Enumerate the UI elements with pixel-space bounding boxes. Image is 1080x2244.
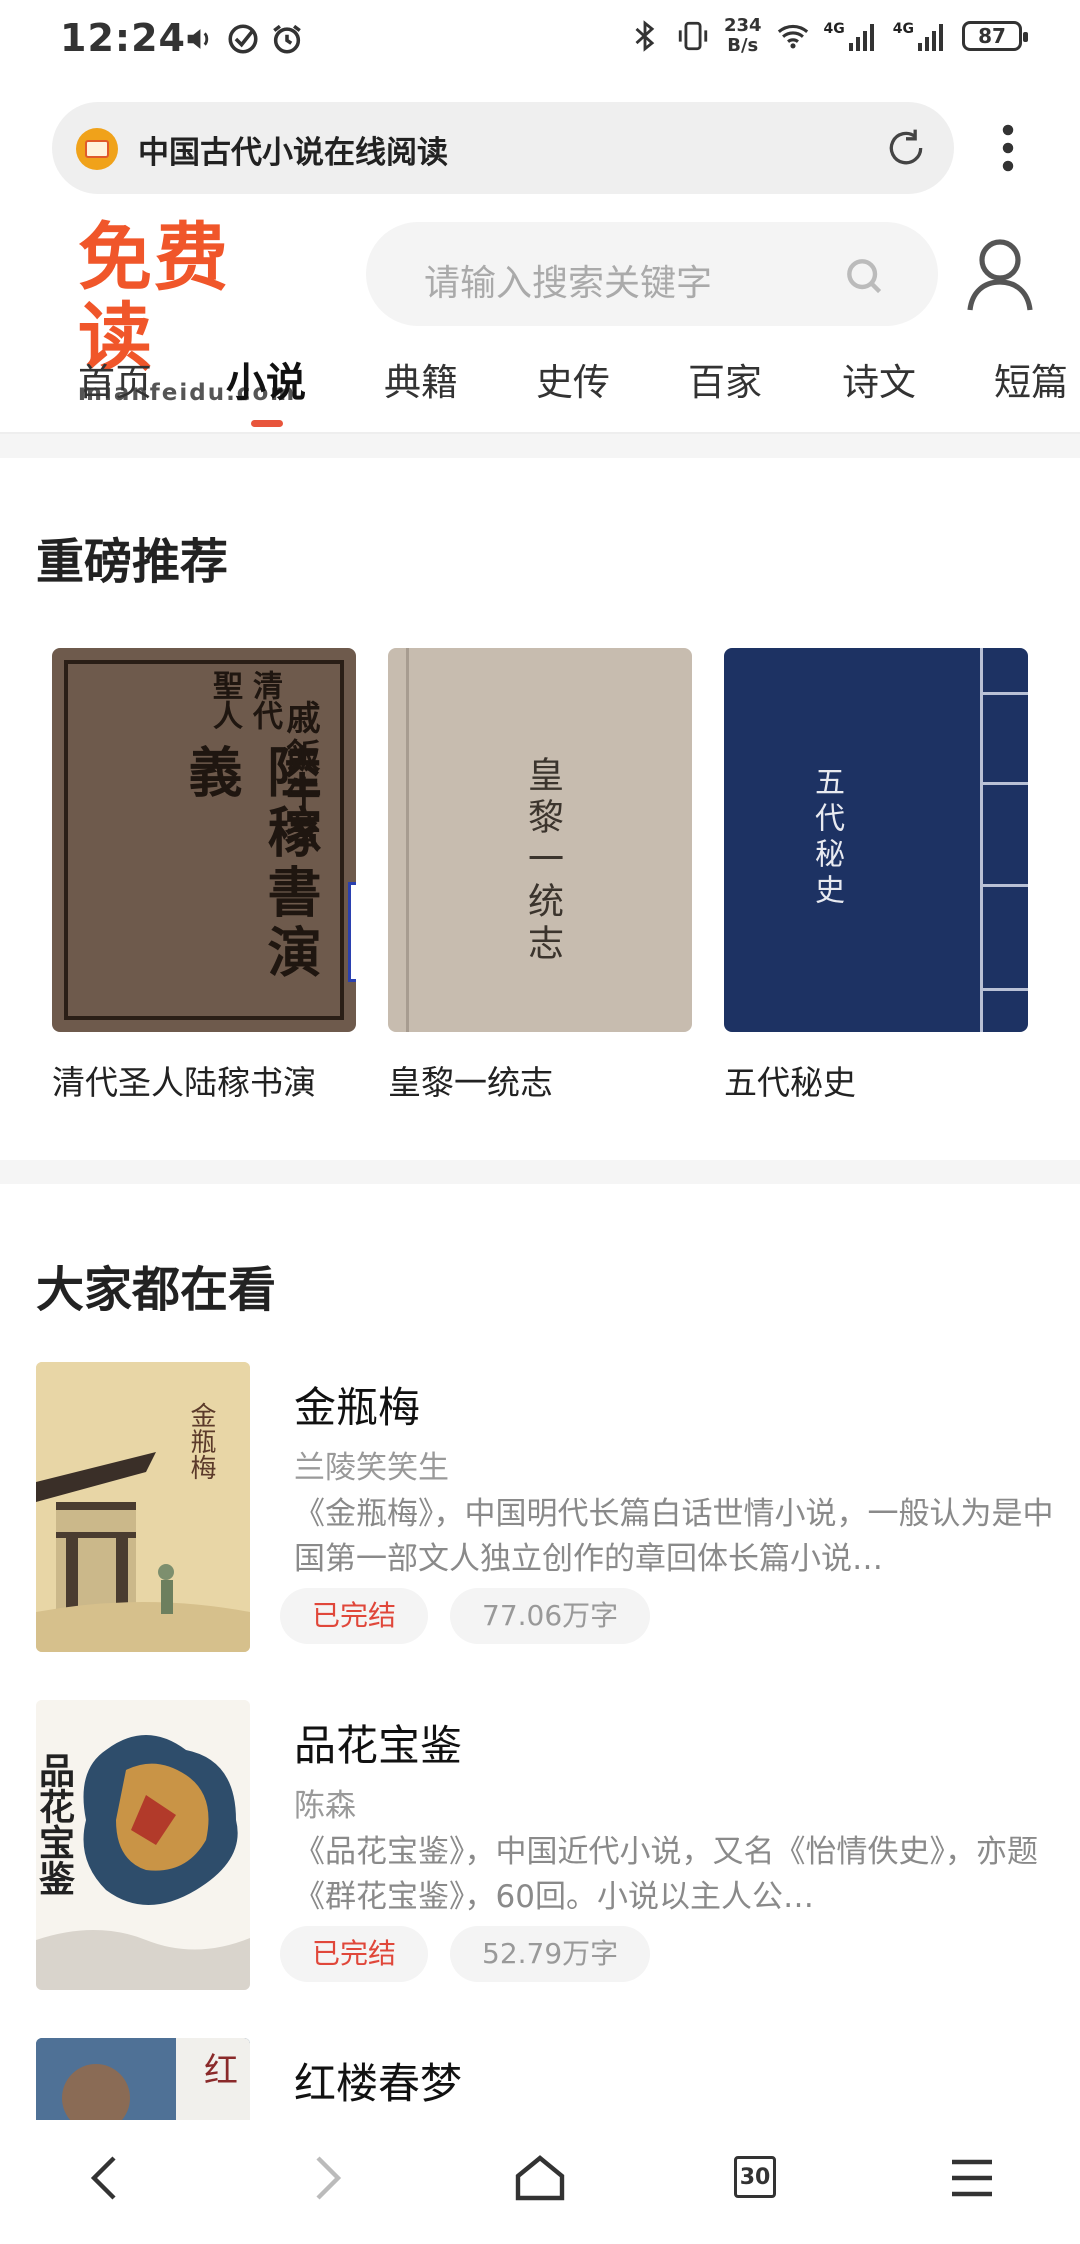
popular-section-title: 大家都在看 [36, 1262, 277, 1318]
word-count-badge: 52.79万字 [450, 1926, 651, 1982]
page-title[interactable]: 中国古代小说在线阅读 [138, 127, 448, 172]
book-cover[interactable]: 金瓶梅 [36, 1362, 250, 1652]
tabs-count-button[interactable]: 30 [734, 2156, 776, 2198]
signal-bars-icon [918, 24, 943, 51]
book-title[interactable]: 品花宝鉴 [294, 1712, 462, 1773]
bluetooth-icon [635, 20, 655, 52]
cell-signal-1-label: 4G [823, 21, 845, 37]
vibrate-icon [678, 21, 708, 51]
home-icon[interactable] [510, 2148, 570, 2208]
list-item[interactable]: 红 红楼春梦 [36, 2038, 1046, 2120]
book-cover[interactable]: 红 [36, 2038, 250, 2120]
network-speed-unit: B/s [727, 35, 759, 56]
status-left-icons [182, 22, 304, 56]
book-description: 《品花宝鉴》，中国近代小说，又名《怡情佚史》，亦题《群花宝鉴》，60回。小说以主… [294, 1834, 1038, 1915]
featured-book-card[interactable]: 清代 聖人 陸稼書演義 戚飯牛著 清代圣人陆稼书演 [52, 648, 356, 1104]
book-description: 《金瓶梅》，中国明代长篇白话世情小说，一般认为是中国第一部文人独立创作的章回体长… [294, 1496, 1054, 1577]
reload-icon[interactable] [884, 126, 928, 170]
tab-home[interactable]: 首页 [78, 352, 152, 406]
cover-text: 五代秘史 [809, 766, 844, 910]
book-cover[interactable]: 清代 聖人 陸稼書演義 戚飯牛著 [52, 648, 356, 1032]
cover-illustration: 品花宝鉴 [36, 1700, 250, 1990]
browser-bottom-nav [0, 2120, 1080, 2244]
cover-text: 红 [204, 2051, 238, 2091]
book-cover[interactable]: 皇黎一统志 [388, 648, 692, 1032]
active-tab-indicator [251, 420, 283, 427]
network-speed-value: 234 [723, 15, 762, 36]
wifi-icon [777, 24, 808, 49]
featured-book-card[interactable]: 五代秘史 五代秘史 [724, 648, 1028, 1104]
address-bar[interactable]: 中国古代小说在线阅读 [52, 102, 954, 194]
book-title[interactable]: 皇黎一统志 [388, 1056, 692, 1104]
cell-signal-1: 4G [824, 21, 879, 51]
signal-bars-icon [848, 24, 874, 51]
search-placeholder: 请输入搜索关键字 [424, 263, 713, 304]
tab-short-stories[interactable]: 短篇 [994, 352, 1068, 406]
book-title[interactable]: 五代秘史 [724, 1056, 1028, 1104]
cell-signal-2: 4G [893, 21, 948, 51]
user-account-icon[interactable] [964, 236, 1036, 312]
forward-icon[interactable] [296, 2148, 356, 2208]
status-badge: 已完结 [280, 1588, 429, 1644]
menu-icon[interactable] [942, 2148, 1002, 2208]
battery-indicator: 87 [962, 21, 1028, 51]
tab-histories[interactable]: 史传 [536, 352, 610, 406]
tab-novels[interactable]: 小说 [226, 350, 306, 408]
cover-text: 皇黎一统志 [522, 756, 563, 966]
book-title[interactable]: 金瓶梅 [294, 1374, 420, 1435]
category-nav: 首页 小说 典籍 史传 百家 诗文 短篇 [0, 352, 1080, 432]
book-author: 陈森 [294, 1788, 356, 1824]
cover-text: 品花宝鉴 [36, 1752, 75, 1896]
cover-illustration: 红 [36, 2038, 250, 2120]
book-tags: 已完结 52.79万字 [280, 1926, 651, 1982]
more-menu-icon[interactable] [990, 118, 1026, 178]
site-favicon-icon [76, 128, 118, 170]
cell-signal-2-label: 4G [892, 21, 914, 37]
tab-philosophers[interactable]: 百家 [688, 352, 762, 406]
list-item[interactable]: 金瓶梅 金瓶梅 兰陵笑笑生 《金瓶梅》，中国明代长篇白话世情小说，一般认为是中国… [36, 1362, 1054, 1652]
book-title[interactable]: 红楼春梦 [294, 2050, 462, 2111]
status-badge: 已完结 [280, 1926, 429, 1982]
word-count-badge: 77.06万字 [450, 1588, 651, 1644]
cover-text: 金瓶梅 [186, 1402, 216, 1480]
check-circle-icon [228, 24, 258, 54]
status-right-icons: 234 B/s 4G 4G 87 [628, 16, 1028, 56]
featured-book-card[interactable]: 皇黎一统志 皇黎一统志 [388, 648, 692, 1104]
book-cover[interactable]: 品花宝鉴 [36, 1700, 250, 1990]
site-logo[interactable]: 免费读 mianfeidu.com [78, 218, 298, 406]
section-separator [0, 434, 1080, 458]
featured-section-title: 重磅推荐 [36, 534, 229, 590]
tab-poetry[interactable]: 诗文 [842, 352, 916, 406]
volume-icon [187, 29, 209, 49]
status-bar: 12:24 234 B/s 4G 4G 87 [0, 0, 1080, 80]
status-time: 12:24 [60, 16, 186, 60]
book-author: 兰陵笑笑生 [294, 1450, 449, 1486]
list-item[interactable]: 品花宝鉴 品花宝鉴 陈森 《品花宝鉴》，中国近代小说，又名《怡情佚史》，亦题《群… [36, 1700, 1046, 1990]
network-speed: 234 B/s [724, 16, 762, 56]
alarm-icon [273, 24, 301, 54]
cover-text: 聖人 [207, 670, 242, 730]
book-title[interactable]: 清代圣人陆稼书演 [52, 1056, 356, 1104]
book-tags: 已完结 77.06万字 [280, 1588, 651, 1644]
cover-illustration: 金瓶梅 [36, 1362, 250, 1652]
tab-classics[interactable]: 典籍 [384, 352, 458, 406]
search-input[interactable]: 请输入搜索关键字 [366, 222, 938, 326]
book-cover[interactable]: 五代秘史 [724, 648, 1028, 1032]
section-separator [0, 1160, 1080, 1184]
back-icon[interactable] [76, 2148, 136, 2208]
cover-text: 戚飯牛著 [280, 700, 320, 852]
search-icon[interactable] [842, 254, 886, 298]
